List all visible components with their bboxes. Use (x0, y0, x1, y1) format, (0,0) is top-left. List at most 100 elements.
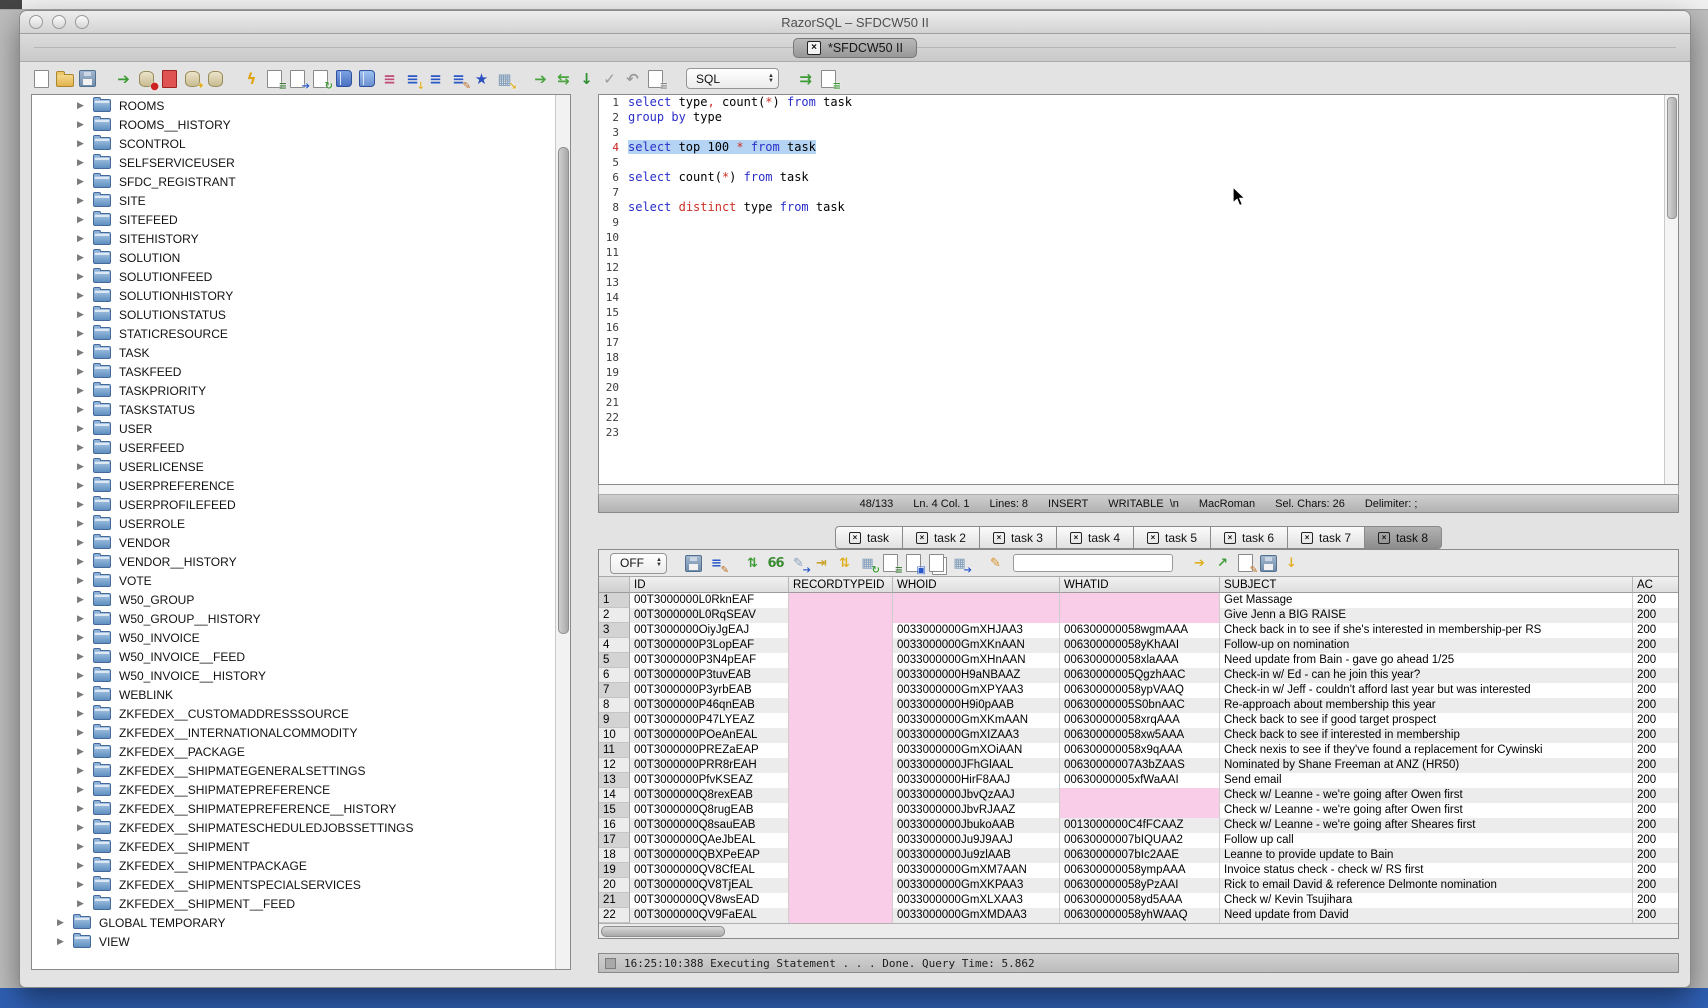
close-result-tab-icon[interactable]: × (1070, 532, 1082, 544)
close-result-tab-icon[interactable]: × (916, 532, 928, 544)
disclosure-triangle-icon[interactable]: ▶ (77, 709, 89, 719)
disclosure-triangle-icon[interactable]: ▶ (77, 842, 89, 852)
editor-vscrollbar[interactable] (1664, 95, 1678, 484)
cell-whatid[interactable]: 006300000058x9qAAA (1060, 743, 1220, 758)
cell-recordtypeid[interactable] (789, 683, 893, 698)
cell-recordtypeid[interactable] (789, 908, 893, 923)
cell-subject[interactable]: Invoice status check - check w/ RS first (1220, 863, 1633, 878)
cell-whoid[interactable]: 0033000000GmXOiAAN (893, 743, 1060, 758)
tree-item-zkfedex-shipmatepreference[interactable]: ▶ZKFEDEX__SHIPMATEPREFERENCE (33, 780, 555, 799)
tree-item-zkfedex-shipmatescheduledjobssettings[interactable]: ▶ZKFEDEX__SHIPMATESCHEDULEDJOBSSETTINGS (33, 818, 555, 837)
tree-item-zkfedex-shipmentspecialservices[interactable]: ▶ZKFEDEX__SHIPMENTSPECIALSERVICES (33, 875, 555, 894)
cell-ac[interactable]: 200 (1633, 743, 1678, 758)
grid-row-10[interactable]: 1000T3000000POeAnEAL0033000000GmXIZAA300… (599, 728, 1678, 743)
cell-whoid[interactable]: 0033000000JbvQzAAJ (893, 788, 1060, 803)
cell-ac[interactable]: 200 (1633, 593, 1678, 608)
grid-row-18[interactable]: 1800T3000000QBXPeEAP0033000000Ju9zlAAB00… (599, 848, 1678, 863)
grid-row-13[interactable]: 1300T3000000PfvKSEAZ0033000000HirF8AAJ00… (599, 773, 1678, 788)
disclosure-triangle-icon[interactable]: ▶ (77, 424, 89, 434)
sync-icon[interactable]: ⇆ (554, 68, 573, 89)
cell-whatid[interactable] (1060, 788, 1220, 803)
tree-item-w50-invoice-history[interactable]: ▶W50_INVOICE__HISTORY (33, 666, 555, 685)
tree-item-rooms-history[interactable]: ▶ROOMS__HISTORY (33, 115, 555, 134)
connect-icon[interactable]: ➔ (114, 68, 133, 89)
cell-recordtypeid[interactable] (789, 668, 893, 683)
disclosure-triangle-icon[interactable]: ▶ (77, 291, 89, 301)
cell-id[interactable]: 00T3000000PREZaEAP (630, 743, 789, 758)
result-tab-task-7[interactable]: ×task 7 (1288, 526, 1365, 549)
tree-item-global-temporary[interactable]: ▶GLOBAL TEMPORARY (33, 913, 555, 932)
result-tab-task-8[interactable]: ×task 8 (1365, 526, 1442, 549)
disclosure-triangle-icon[interactable]: ▶ (77, 367, 89, 377)
cell-whoid[interactable]: 0033000000GmXMDAA3 (893, 908, 1060, 923)
tree-item-view[interactable]: ▶VIEW (33, 932, 555, 951)
cell-ac[interactable]: 200 (1633, 668, 1678, 683)
disclosure-triangle-icon[interactable]: ▶ (77, 766, 89, 776)
disclosure-triangle-icon[interactable]: ▶ (77, 500, 89, 510)
cell-ac[interactable]: 200 (1633, 848, 1678, 863)
cell-whatid[interactable]: 006300000058xlaAAA (1060, 653, 1220, 668)
grid-hscrollbar-thumb[interactable] (601, 926, 725, 937)
tree-item-vendor[interactable]: ▶VENDOR (33, 533, 555, 552)
tree-item-solution[interactable]: ▶SOLUTION (33, 248, 555, 267)
grid-row-11[interactable]: 1100T3000000PREZaEAP0033000000GmXOiAAN00… (599, 743, 1678, 758)
tree-item-selfserviceuser[interactable]: ▶SELFSERVICEUSER (33, 153, 555, 172)
record-view-icon[interactable]: ▣ (904, 554, 923, 573)
disclosure-triangle-icon[interactable]: ▶ (77, 120, 89, 130)
grid-row-2[interactable]: 200T3000000L0RqSEAVGive Jenn a BIG RAISE… (599, 608, 1678, 623)
export-table-icon[interactable]: ▦↘ (495, 68, 514, 89)
close-result-tab-icon[interactable]: × (1147, 532, 1159, 544)
tree-item-taskpriority[interactable]: ▶TASKPRIORITY (33, 381, 555, 400)
cell-whoid[interactable]: 0033000000GmXLXAA3 (893, 893, 1060, 908)
disclosure-triangle-icon[interactable]: ▶ (57, 918, 69, 928)
disclosure-triangle-icon[interactable]: ▶ (77, 481, 89, 491)
cell-ac[interactable]: 200 (1633, 908, 1678, 923)
tree-item-zkfedex-shipment[interactable]: ▶ZKFEDEX__SHIPMENT (33, 837, 555, 856)
cell-ac[interactable]: 200 (1633, 728, 1678, 743)
cell-whoid[interactable]: 0033000000HirF8AAJ (893, 773, 1060, 788)
cell-recordtypeid[interactable] (789, 758, 893, 773)
limit-select[interactable]: OFF▲▼ (610, 553, 667, 574)
cell-id[interactable]: 00T3000000QV8TjEAL (630, 878, 789, 893)
cell-subject[interactable]: Need update from David (1220, 908, 1633, 923)
execute-sql-icon[interactable]: ϟ (242, 68, 261, 89)
disclosure-triangle-icon[interactable]: ▶ (77, 101, 89, 111)
cell-id[interactable]: 00T3000000QV8wsEAD (630, 893, 789, 908)
cell-whoid[interactable]: 0033000000H9aNBAAZ (893, 668, 1060, 683)
tree-item-solutionstatus[interactable]: ▶SOLUTIONSTATUS (33, 305, 555, 324)
cell-subject[interactable]: Follow-up on nomination (1220, 638, 1633, 653)
bookmark-icon[interactable] (357, 68, 376, 89)
cell-id[interactable]: 00T3000000PfvKSEAZ (630, 773, 789, 788)
grid-row-5[interactable]: 500T3000000P3N4pEAF0033000000GmXHnAAN006… (599, 653, 1678, 668)
disclosure-triangle-icon[interactable]: ▶ (77, 652, 89, 662)
cell-whatid[interactable]: 00630000007bIQUAA2 (1060, 833, 1220, 848)
tree-item-weblink[interactable]: ▶WEBLINK (33, 685, 555, 704)
cell-whoid[interactable]: 0033000000Ju9zlAAB (893, 848, 1060, 863)
result-tab-task-6[interactable]: ×task 6 (1211, 526, 1288, 549)
tree-item-scontrol[interactable]: ▶SCONTROL (33, 134, 555, 153)
grid-row-12[interactable]: 1200T3000000PRR8rEAH0033000000JFhGlAAL00… (599, 758, 1678, 773)
cell-recordtypeid[interactable] (789, 653, 893, 668)
cell-recordtypeid[interactable] (789, 863, 893, 878)
cell-subject[interactable]: Check back in to see if she's interested… (1220, 623, 1633, 638)
disclosure-triangle-icon[interactable]: ▶ (77, 139, 89, 149)
go-arrow-icon[interactable]: ➔ (531, 68, 550, 89)
cell-recordtypeid[interactable] (789, 893, 893, 908)
search-highlight-icon[interactable]: ✎ (986, 554, 1005, 573)
grid-row-4[interactable]: 400T3000000P3LopEAF0033000000GmXKnAAN006… (599, 638, 1678, 653)
cell-id[interactable]: 00T3000000P3LopEAF (630, 638, 789, 653)
tree-item-zkfedex-shipment-feed[interactable]: ▶ZKFEDEX__SHIPMENT__FEED (33, 894, 555, 913)
disclosure-triangle-icon[interactable]: ▶ (77, 576, 89, 586)
format-sql-icon[interactable]: ≡ (380, 68, 399, 89)
cell-whatid[interactable]: 0013000000C4fFCAAZ (1060, 818, 1220, 833)
tree-item-staticresource[interactable]: ▶STATICRESOURCE (33, 324, 555, 343)
disclosure-triangle-icon[interactable]: ▶ (57, 937, 69, 947)
execute-all-icon[interactable]: ≡ (265, 68, 284, 89)
disclosure-triangle-icon[interactable]: ▶ (77, 728, 89, 738)
cell-id[interactable]: 00T3000000L0RqSEAV (630, 608, 789, 623)
disclosure-triangle-icon[interactable]: ▶ (77, 215, 89, 225)
history-icon[interactable] (334, 68, 353, 89)
cell-id[interactable]: 00T3000000P3N4pEAF (630, 653, 789, 668)
cell-recordtypeid[interactable] (789, 593, 893, 608)
close-result-tab-icon[interactable]: × (1224, 532, 1236, 544)
